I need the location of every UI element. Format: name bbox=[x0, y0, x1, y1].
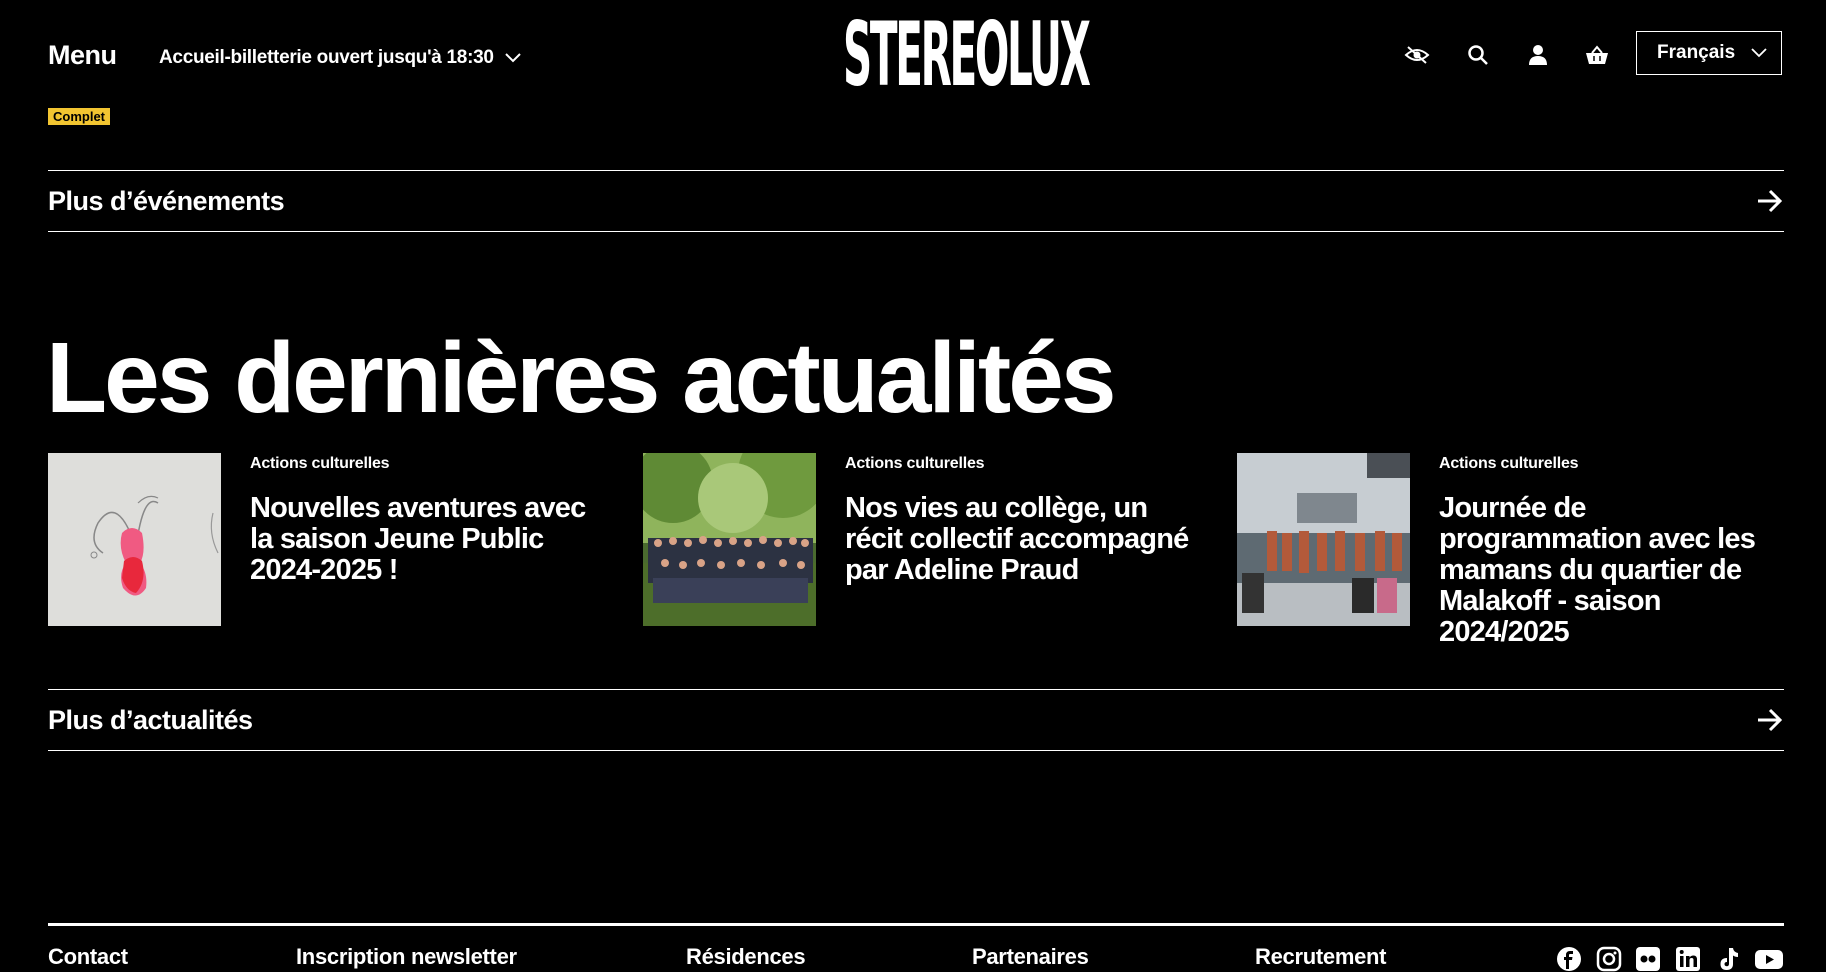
news-card[interactable]: Actions culturelles Nouvelles aventures … bbox=[48, 453, 608, 673]
news-card[interactable]: Actions culturelles Nos vies au collège,… bbox=[643, 453, 1203, 673]
more-news-label: Plus d’actualités bbox=[48, 704, 253, 735]
basket-icon[interactable] bbox=[1582, 40, 1612, 70]
news-title[interactable]: Nos vies au collège, un récit collectif … bbox=[845, 493, 1195, 586]
status-badge: Complet bbox=[48, 108, 110, 125]
opening-hours-text: Accueil-billetterie ouvert jusqu'à 18:30 bbox=[159, 47, 494, 68]
news-category: Actions culturelles bbox=[845, 455, 985, 472]
news-thumbnail[interactable] bbox=[1237, 453, 1410, 626]
news-category: Actions culturelles bbox=[1439, 455, 1579, 472]
footer-link-recruitment[interactable]: Recrutement bbox=[1255, 944, 1386, 970]
news-thumbnail[interactable] bbox=[48, 453, 221, 626]
footer-divider bbox=[48, 923, 1784, 926]
logo-text: STEREOLUX bbox=[843, 5, 1091, 108]
news-thumbnail[interactable] bbox=[643, 453, 816, 626]
site-header: Menu Accueil-billetterie ouvert jusqu'à … bbox=[0, 0, 1826, 110]
footer-link-partners[interactable]: Partenaires bbox=[972, 944, 1089, 970]
linkedin-icon[interactable] bbox=[1675, 946, 1701, 972]
news-title[interactable]: Journée de programmation avec les mamans… bbox=[1439, 493, 1789, 648]
chevron-down-icon bbox=[1751, 48, 1767, 58]
youtube-icon[interactable] bbox=[1754, 946, 1784, 972]
visibility-off-icon[interactable] bbox=[1402, 40, 1432, 70]
more-events-label: Plus d’événements bbox=[48, 185, 285, 216]
footer-link-newsletter[interactable]: Inscription newsletter bbox=[296, 944, 517, 970]
search-icon[interactable] bbox=[1463, 40, 1493, 70]
user-icon[interactable] bbox=[1523, 40, 1553, 70]
news-section-title: Les dernières actualités bbox=[46, 322, 1116, 434]
stereolux-logo[interactable]: STEREOLUX bbox=[843, 12, 1091, 100]
news-card[interactable]: Actions culturelles Journée de programma… bbox=[1237, 453, 1797, 673]
tiktok-icon[interactable] bbox=[1715, 946, 1741, 972]
flickr-icon[interactable] bbox=[1635, 946, 1661, 972]
opening-hours-dropdown[interactable]: Accueil-billetterie ouvert jusqu'à 18:30 bbox=[159, 47, 522, 69]
chevron-down-icon bbox=[504, 53, 521, 63]
footer-link-residences[interactable]: Résidences bbox=[686, 944, 806, 970]
arrow-right-icon bbox=[1758, 189, 1783, 213]
menu-button[interactable]: Menu bbox=[48, 40, 117, 71]
news-title[interactable]: Nouvelles aventures avec la saison Jeune… bbox=[250, 493, 600, 586]
more-news-link[interactable]: Plus d’actualités bbox=[48, 689, 1784, 751]
more-events-link[interactable]: Plus d’événements bbox=[48, 170, 1784, 232]
language-selected-label: Français bbox=[1657, 42, 1736, 63]
instagram-icon[interactable] bbox=[1596, 946, 1622, 972]
footer-link-contact[interactable]: Contact bbox=[48, 944, 128, 970]
facebook-icon[interactable] bbox=[1556, 946, 1582, 972]
language-select[interactable]: Français bbox=[1636, 31, 1782, 75]
arrow-right-icon bbox=[1758, 708, 1783, 732]
news-category: Actions culturelles bbox=[250, 455, 390, 472]
